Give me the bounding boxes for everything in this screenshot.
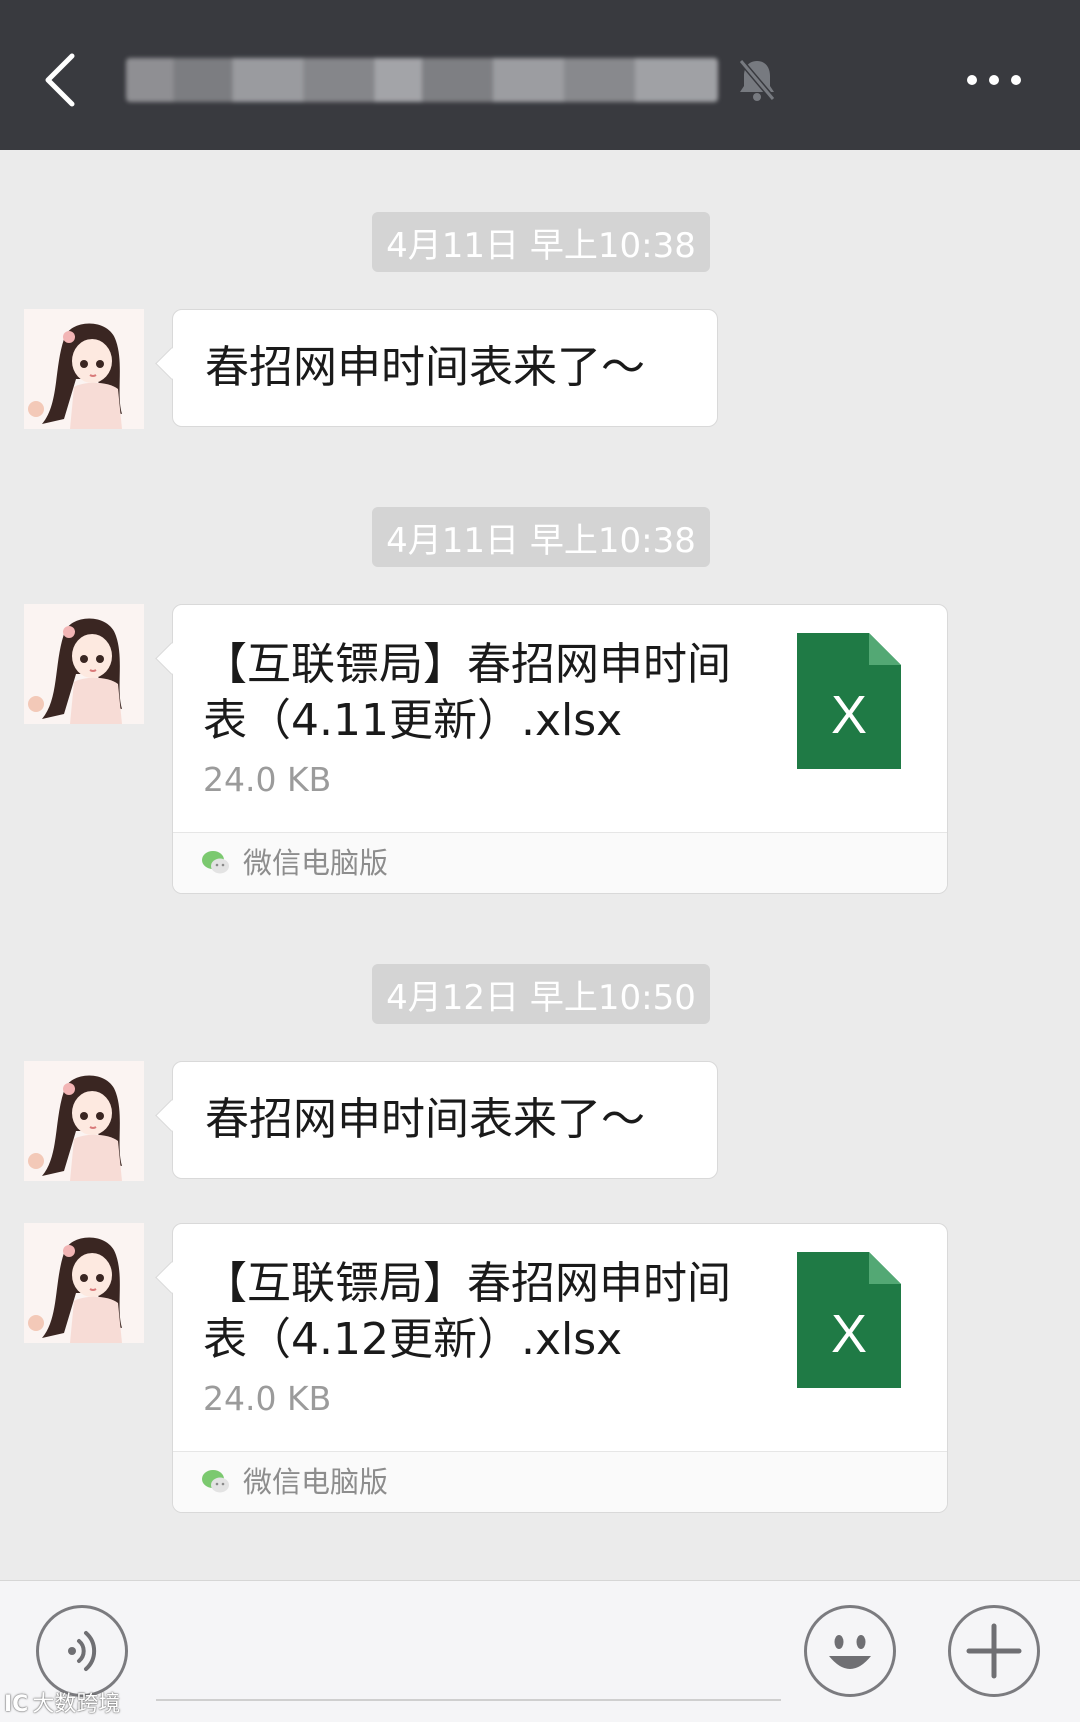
watermark-text: 大数跨境 (32, 1692, 121, 1717)
message-text: 春招网申时间表来了～ (205, 342, 645, 393)
file-source-footer: 微信电脑版 (173, 832, 947, 893)
bell-off-icon (738, 59, 776, 101)
file-size: 24.0 KB (203, 1379, 332, 1418)
file-source-footer: 微信电脑版 (173, 1451, 947, 1512)
file-message-card[interactable]: 【互联镖局】春招网申时间表（4.12更新）.xlsx 24.0 KB X 微信电… (172, 1223, 948, 1513)
voice-icon (68, 1631, 97, 1671)
file-source-label: 微信电脑版 (243, 846, 389, 880)
message-bubble-text[interactable]: 春招网申时间表来了～ (172, 1061, 718, 1179)
chat-header (0, 0, 1080, 150)
emoji-icon (829, 1635, 871, 1669)
voice-button[interactable] (36, 1605, 128, 1697)
message-input[interactable] (156, 1699, 781, 1701)
file-name: 【互联镖局】春招网申时间表（4.11更新）.xlsx (203, 639, 731, 746)
add-more-button[interactable] (948, 1605, 1040, 1697)
watermark: IC 大数跨境 (4, 1686, 120, 1718)
excel-icon-letter: X (831, 685, 867, 745)
timestamp-label: 4月11日 早上10:38 (372, 507, 710, 567)
timestamp-label: 4月12日 早上10:50 (372, 964, 710, 1024)
emoji-button[interactable] (804, 1605, 896, 1697)
avatar[interactable] (24, 604, 144, 724)
excel-icon: X (797, 1252, 901, 1388)
chat-title-blurred[interactable] (126, 58, 718, 102)
excel-icon: X (797, 633, 901, 769)
more-dots-icon[interactable] (964, 66, 1024, 94)
message-text: 春招网申时间表来了～ (205, 1094, 645, 1145)
wechat-icon (202, 851, 229, 874)
plus-icon (966, 1623, 1022, 1679)
file-size: 24.0 KB (203, 760, 332, 799)
excel-icon-letter: X (831, 1304, 867, 1364)
wechat-icon (202, 1470, 229, 1493)
chevron-left-icon[interactable] (40, 50, 80, 110)
avatar[interactable] (24, 1223, 144, 1343)
avatar[interactable] (24, 309, 144, 429)
file-source-label: 微信电脑版 (243, 1465, 389, 1499)
input-bar (0, 1580, 1080, 1722)
watermark-logo: IC (4, 1692, 29, 1717)
avatar[interactable] (24, 1061, 144, 1181)
timestamp-label: 4月11日 早上10:38 (372, 212, 710, 272)
file-message-card[interactable]: 【互联镖局】春招网申时间表（4.11更新）.xlsx 24.0 KB X 微信电… (172, 604, 948, 894)
message-bubble-text[interactable]: 春招网申时间表来了～ (172, 309, 718, 427)
file-name: 【互联镖局】春招网申时间表（4.12更新）.xlsx (203, 1258, 731, 1365)
